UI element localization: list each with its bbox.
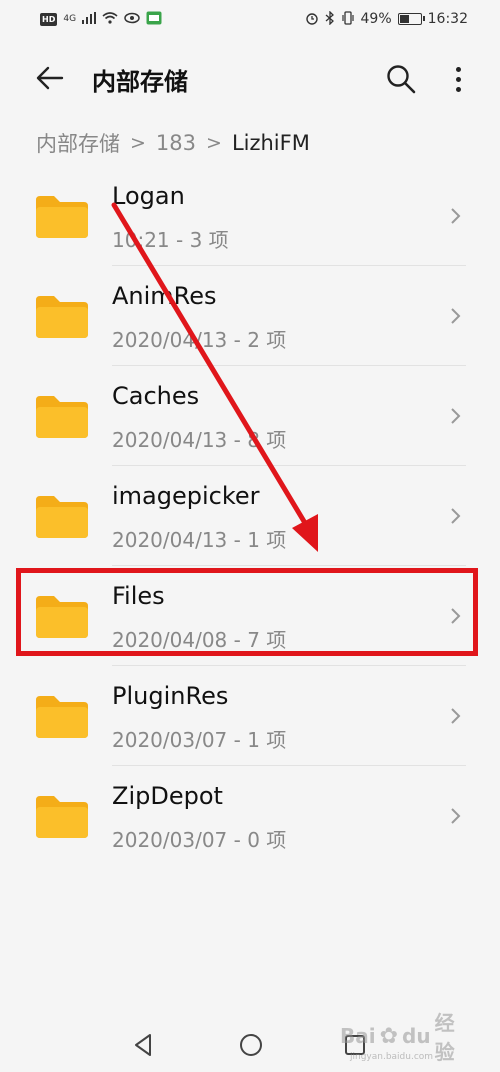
folder-icon: [36, 296, 88, 338]
battery-icon: [397, 13, 425, 25]
bluetooth-icon: [325, 10, 335, 27]
watermark-brand2: du: [402, 1024, 431, 1048]
folder-meta: 2020/04/13 - 1 项: [112, 528, 287, 552]
chevron-right-icon: [451, 608, 461, 624]
folder-row-pluginres[interactable]: PluginRes 2020/03/07 - 1 项: [0, 666, 500, 766]
search-icon: [387, 65, 416, 94]
folder-meta: 10:21 - 3 项: [112, 228, 229, 252]
more-vertical-icon: [455, 66, 461, 92]
folder-icon: [36, 196, 88, 238]
chevron-right-icon: [451, 708, 461, 724]
watermark-brand3: 经验: [434, 1011, 455, 1064]
folder-meta: 2020/04/13 - 2 项: [112, 328, 287, 352]
folder-name: AnimRes: [112, 282, 217, 310]
folder-name: imagepicker: [112, 482, 260, 510]
breadcrumb-separator: >: [130, 132, 146, 154]
status-bar: HD 4G 49% 16:32: [0, 0, 500, 38]
folder-name: Files: [112, 582, 165, 610]
watermark-brand: Bai: [340, 1024, 376, 1048]
nav-home-icon[interactable]: [236, 1030, 266, 1060]
chevron-right-icon: [451, 808, 461, 824]
folder-icon: [36, 796, 88, 838]
battery-percent: 49%: [360, 11, 392, 27]
watermark-url: jingyan.baidu.com: [350, 1052, 434, 1062]
folder-row-imagepicker[interactable]: imagepicker 2020/04/13 - 1 项: [0, 466, 500, 566]
paw-icon: ✿: [379, 1023, 399, 1049]
battery-fill: [399, 15, 409, 23]
chevron-right-icon: [451, 408, 461, 424]
folder-name: ZipDepot: [112, 782, 223, 810]
back-button[interactable]: [32, 58, 68, 98]
search-button[interactable]: [382, 60, 420, 98]
baidu-watermark: Bai ✿ du 经验 jingyan.baidu.com: [340, 1011, 470, 1064]
folder-icon: [36, 496, 88, 538]
folder-meta: 2020/04/08 - 7 项: [112, 628, 287, 652]
breadcrumb: 内部存储 > 183 > LizhiFM: [36, 128, 310, 158]
breadcrumb-item-current: LizhiFM: [231, 131, 310, 155]
status-left: HD 4G: [40, 11, 162, 27]
app-bar: 内部存储: [0, 40, 500, 116]
eye-icon: [124, 12, 140, 26]
chevron-right-icon: [451, 308, 461, 324]
arrow-left-icon: [36, 66, 64, 90]
chevron-right-icon: [451, 208, 461, 224]
folder-meta: 2020/03/07 - 1 项: [112, 728, 287, 752]
folder-row-animres[interactable]: AnimRes 2020/04/13 - 2 项: [0, 266, 500, 366]
vibrate-icon: [341, 11, 355, 27]
folder-name: PluginRes: [112, 682, 229, 710]
page-title: 内部存储: [92, 68, 188, 96]
folder-row-caches[interactable]: Caches 2020/04/13 - 8 项: [0, 366, 500, 466]
folder-meta: 2020/04/13 - 8 项: [112, 428, 287, 452]
signal-icon: [82, 12, 97, 26]
folder-name: Logan: [112, 182, 185, 210]
folder-meta: 2020/03/07 - 0 项: [112, 828, 287, 852]
alarm-icon: [305, 11, 319, 27]
more-options-button[interactable]: [444, 60, 472, 98]
breadcrumb-item-183[interactable]: 183: [156, 131, 196, 155]
folder-name: Caches: [112, 382, 200, 410]
breadcrumb-separator: >: [206, 132, 222, 154]
network-type: 4G: [63, 13, 77, 24]
chevron-right-icon: [451, 508, 461, 524]
app-notification-icon: [146, 11, 162, 27]
folder-icon: [36, 396, 88, 438]
nav-back-icon[interactable]: [128, 1030, 158, 1060]
folder-row-logan[interactable]: Logan 10:21 - 3 项: [0, 166, 500, 266]
clock: 16:32: [427, 11, 468, 27]
folder-icon: [36, 696, 88, 738]
breadcrumb-item-internal-storage[interactable]: 内部存储: [36, 128, 120, 158]
file-list: Logan 10:21 - 3 项 AnimRes 2020/04/13 - 2…: [0, 166, 500, 866]
hd-badge: HD: [40, 12, 58, 26]
wifi-icon: [102, 12, 118, 26]
status-right: 49% 16:32: [305, 10, 468, 27]
folder-row-zipdepot[interactable]: ZipDepot 2020/03/07 - 0 项: [0, 766, 500, 866]
folder-row-files[interactable]: Files 2020/04/08 - 7 项: [0, 566, 500, 666]
folder-icon: [36, 596, 88, 638]
